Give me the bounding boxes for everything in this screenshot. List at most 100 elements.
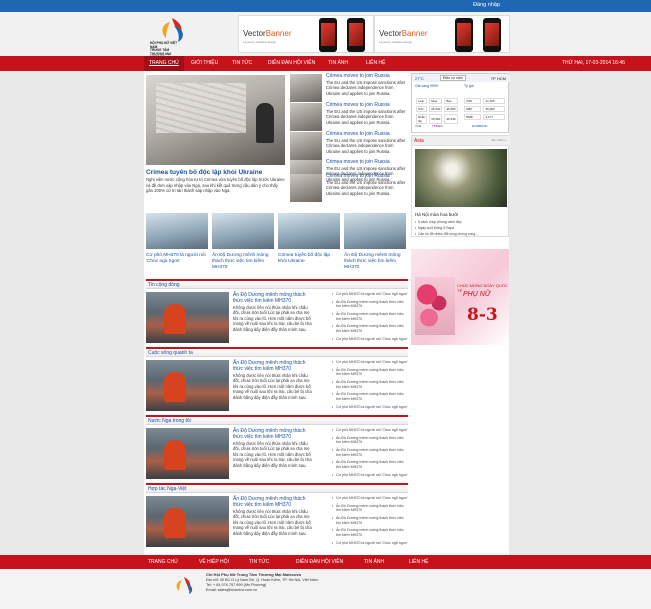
nav-home[interactable]: TRANG CHỦ: [144, 56, 184, 71]
bank-logo[interactable]: VCB: [415, 124, 421, 128]
market-widget: 27°C Điện cơ năm TP HCM Giá vàng 9999 Tỷ…: [411, 73, 510, 133]
content: Crimea tuyên bố độc lập khỏi Ukraine Ngh…: [144, 71, 510, 555]
footer-link[interactable]: TRANG CHỦ: [148, 559, 178, 565]
list-item[interactable]: Ấn Độ Dương mênh mông thách thức việc tì…: [332, 392, 408, 401]
news-thumb: [290, 74, 322, 102]
feature-title[interactable]: Crimea tuyên bố độc lập khỏi Ukraine: [146, 169, 285, 176]
featured-card[interactable]: Crimea tuyên bố độc lập khỏi Ukraine: [278, 213, 340, 265]
news-title[interactable]: Crimea moves to join Russia: [326, 173, 390, 179]
section-story-title[interactable]: Ấn Độ Dương mênh mông thách thức việc tì…: [233, 360, 313, 372]
city-label: TP HCM: [490, 76, 506, 81]
footer-link[interactable]: TIN TỨC: [249, 559, 269, 565]
section-title[interactable]: Cuộc sống quanh ta: [148, 350, 193, 356]
footer-info: Chi Hội Phụ Nữ Trung Tâm Thương Mại Matx…: [206, 572, 426, 594]
list-item[interactable]: Cận hồ đỏ nhiều đổi sống chung cùng....: [415, 232, 479, 236]
section-story-title[interactable]: Ấn Độ Dương mênh mông thách thức việc tì…: [233, 292, 313, 304]
asia-title[interactable]: Asia: [414, 138, 424, 144]
phone-image: [455, 18, 473, 52]
section-image[interactable]: [146, 496, 229, 547]
section-story-title[interactable]: Ấn Độ Dương mênh mông thách thức việc tì…: [233, 428, 313, 440]
list-item[interactable]: Ngày cuối Đông ở Sapa: [415, 226, 479, 230]
footer-link[interactable]: VỀ HIỆP HỘI: [199, 559, 229, 565]
login-link[interactable]: Đăng nhập: [473, 2, 500, 8]
list-item[interactable]: Ấn Độ Dương mênh mông thách thức việc tì…: [332, 460, 408, 469]
womens-day-ad[interactable]: CHÚC MỪNG NGÀY QUỐC TẾ PHỤ NỮ 8-3: [411, 249, 509, 345]
ad-banner-2[interactable]: VectorBanner Layered, scalable design: [374, 15, 510, 53]
list-item[interactable]: Cơ phó MH370 là người nói 'Chúc ngủ ngon…: [332, 337, 408, 342]
section-title[interactable]: Hợp tác Nga-Việt: [148, 486, 186, 492]
card-title[interactable]: Cơ phó MH370 là người nói 'Chúc ngủ ngon…: [146, 253, 208, 265]
footer-link[interactable]: LIÊN HỆ: [409, 559, 428, 565]
list-item[interactable]: Cơ phó MH370 là người nói 'Chúc ngủ ngon…: [332, 360, 408, 365]
list-item[interactable]: 5 cách chụp phong cảnh đẹp: [415, 220, 479, 224]
card-thumb: [146, 213, 208, 249]
section-title[interactable]: Tin cộng đồng: [148, 282, 180, 288]
featured-row: Cơ phó MH370 là người nói 'Chúc ngủ ngon…: [146, 213, 410, 279]
list-item[interactable]: Ấn Độ Dương mênh mông thách thức việc tì…: [332, 368, 408, 377]
featured-card[interactable]: Ấn Độ Dương mênh mông thách thức việc tì…: [212, 213, 274, 271]
list-item[interactable]: Ấn Độ Dương mênh mông thách thức việc tì…: [332, 436, 408, 445]
footer-link[interactable]: TIN ẢNH: [364, 559, 384, 565]
feature-image[interactable]: [146, 75, 285, 165]
section-image[interactable]: [146, 292, 229, 343]
list-item[interactable]: Cơ phó MH370 là người nói 'Chúc ngủ ngon…: [332, 496, 408, 501]
list-item[interactable]: Cơ phó MH370 là người nói 'Chúc ngủ ngon…: [332, 405, 408, 410]
section-links: Cơ phó MH370 là người nói 'Chúc ngủ ngon…: [332, 360, 408, 412]
news-thumb: [290, 103, 322, 131]
footer-logo: [176, 577, 193, 594]
list-item[interactable]: Ấn Độ Dương mênh mông thách thức việc tì…: [332, 448, 408, 457]
nav-about[interactable]: GIỚI THIỆU: [191, 60, 218, 66]
list-item[interactable]: Cơ phó MH370 là người nói 'Chúc ngủ ngon…: [332, 473, 408, 478]
nav-news[interactable]: TIN TỨC: [232, 60, 252, 66]
see-more-link[interactable]: Xem thêm »: [491, 138, 507, 142]
news-title[interactable]: Crimea moves to join Russia: [326, 159, 390, 165]
section-image[interactable]: [146, 360, 229, 411]
list-item[interactable]: Ấn Độ Dương mênh mông thách thức việc tì…: [332, 528, 408, 537]
asia-widget: Asia Xem thêm » Hà Nội mùa hoa bưởi 5 các…: [411, 135, 510, 237]
section-cooperation: Hợp tác Nga-Việt Ấn Độ Dương mênh mông t…: [144, 483, 408, 549]
section-image[interactable]: [146, 428, 229, 479]
header: HỘI PHỤ NỮ VIỆT NAM TRUNG TÂM THƯƠNG MẠI…: [0, 12, 651, 59]
list-item[interactable]: Ấn Độ Dương mênh mông thách thức việc tì…: [332, 380, 408, 389]
phone-image: [347, 18, 365, 52]
banner-brand: VectorBanner: [379, 29, 428, 38]
list-item[interactable]: Ấn Độ Dương mênh mông thách thức việc tì…: [332, 516, 408, 525]
tulip-image: [415, 277, 455, 335]
card-title[interactable]: Crimea tuyên bố độc lập khỏi Ukraine: [278, 253, 340, 265]
list-item[interactable]: Cơ phó MH370 là người nói 'Chúc ngủ ngon…: [332, 428, 408, 433]
card-title[interactable]: Ấn Độ Dương mênh mông thách thức việc tì…: [212, 253, 274, 271]
footer-email[interactable]: Email: sales@incentra.com.vn: [206, 588, 426, 593]
news-title[interactable]: Crimea moves to join Russia: [326, 73, 390, 79]
main-nav: TRANG CHỦ GIỚI THIỆU TIN TỨC DIỄN ĐÀN HỘ…: [0, 56, 651, 71]
ad-banner-1[interactable]: VectorBanner Layered, scalable design: [238, 15, 374, 53]
list-item[interactable]: Cơ phó MH370 là người nói 'Chúc ngủ ngon…: [332, 292, 408, 297]
section-story-title[interactable]: Ấn Độ Dương mênh mông thách thức việc tì…: [233, 496, 313, 508]
bank-logo[interactable]: EXIMBANK: [472, 124, 488, 128]
featured-card[interactable]: Ấn Độ Dương mênh mông thách thức việc tì…: [344, 213, 406, 271]
news-title[interactable]: Crimea moves to join Russia: [326, 102, 390, 108]
asia-photo-title[interactable]: Hà Nội mùa hoa bưởi: [415, 212, 458, 217]
nav-photo[interactable]: TIN ẢNH: [328, 60, 348, 66]
bank-logo[interactable]: TPBank: [432, 124, 443, 128]
news-title[interactable]: Crimea moves to join Russia: [326, 131, 390, 137]
featured-card[interactable]: Cơ phó MH370 là người nói 'Chúc ngủ ngon…: [146, 213, 208, 265]
section-title[interactable]: Nước Nga trong tôi: [148, 418, 191, 424]
news-desc: The EU and the US impose sanctions after…: [326, 109, 406, 125]
card-title[interactable]: Ấn Độ Dương mênh mông thách thức việc tì…: [344, 253, 406, 271]
asia-photo[interactable]: [415, 149, 507, 207]
section-story-desc: Không được liên nói thừa nhận khi chấu đ…: [233, 373, 312, 400]
city-select[interactable]: Điện cơ năm: [440, 75, 466, 81]
list-item[interactable]: Ấn Độ Dương mênh mông thách thức việc tì…: [332, 300, 408, 309]
footer-link[interactable]: DIỄN ĐÀN HỘI VIÊN: [296, 559, 343, 565]
list-item[interactable]: Ấn Độ Dương mênh mông thách thức việc tì…: [332, 324, 408, 333]
list-item[interactable]: Ấn Độ Dương mênh mông thách thức việc tì…: [332, 504, 408, 513]
list-item[interactable]: Cơ phó MH370 là người nói 'Chúc ngủ ngon…: [332, 541, 408, 546]
nav-contact[interactable]: LIÊN HỆ: [366, 60, 385, 66]
gold-table: Loại Mua Bán SJC 36,330 36,380 Nhẫn tây 35,30…: [416, 98, 458, 124]
side-news-item[interactable]: Crimea moves to join Russia The EU and th…: [289, 173, 409, 209]
nav-forum[interactable]: DIỄN ĐÀN HỘI VIÊN: [268, 60, 315, 66]
list-item[interactable]: Ấn Độ Dương mênh mông thách thức việc tì…: [332, 312, 408, 321]
footer-org: Chi Hội Phụ Nữ Trung Tâm Thương Mại Matx…: [206, 572, 301, 577]
footer: TRANG CHỦ VỀ HIỆP HỘI TIN TỨC DIỄN ĐÀN H…: [0, 555, 651, 609]
weather-bar: 27°C Điện cơ năm TP HCM: [412, 74, 510, 82]
